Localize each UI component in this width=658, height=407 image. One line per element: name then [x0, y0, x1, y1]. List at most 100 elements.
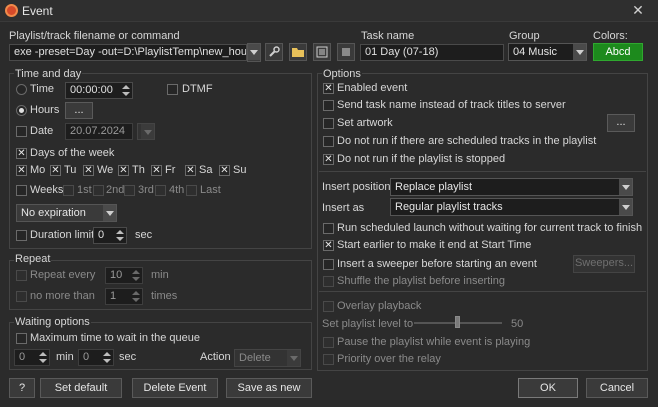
wait-min-unit: min — [56, 351, 74, 363]
sweepers-button[interactable]: Sweepers... — [573, 255, 635, 273]
overlay-label: Overlay playback — [337, 300, 422, 312]
date-picker-button[interactable] — [137, 123, 155, 140]
action-select[interactable]: Delete — [234, 349, 301, 367]
time-radio[interactable] — [16, 84, 27, 95]
duration-input[interactable]: 0 — [93, 227, 127, 244]
day-sa-label: Sa — [199, 164, 213, 176]
delete-event-button[interactable]: Delete Event — [132, 378, 218, 398]
day-th-checkbox[interactable]: ✕ — [118, 165, 129, 176]
no-run-stopped-checkbox[interactable]: ✕ — [323, 154, 334, 165]
repeat-title: Repeat — [14, 253, 52, 265]
set-level-label: Set playlist level to — [322, 318, 414, 330]
run-scheduled-checkbox[interactable] — [323, 223, 334, 234]
week-1st-label: 1st — [77, 184, 92, 196]
options-title: Options — [322, 68, 362, 80]
week-3rd-checkbox[interactable] — [124, 185, 135, 196]
weeks-checkbox[interactable] — [16, 185, 27, 196]
week-last-checkbox[interactable] — [186, 185, 197, 196]
level-slider-thumb[interactable] — [455, 316, 460, 328]
artwork-button[interactable]: ... — [607, 114, 635, 132]
day-su-checkbox[interactable]: ✕ — [219, 165, 230, 176]
colors-label: Colors: — [593, 30, 628, 42]
repeat-every-checkbox[interactable] — [16, 270, 27, 281]
set-default-button[interactable]: Set default — [40, 378, 122, 398]
week-4th-label: 4th — [169, 184, 185, 196]
date-input[interactable]: 20.07.2024 — [65, 123, 133, 140]
save-as-new-button[interactable]: Save as new — [226, 378, 312, 398]
enabled-checkbox[interactable]: ✕ — [323, 83, 334, 94]
repeat-every-input[interactable]: 10 — [105, 267, 143, 284]
dtmf-checkbox[interactable] — [167, 84, 178, 95]
group-label: Group — [509, 30, 540, 42]
day-mo-label: Mo — [30, 164, 46, 176]
start-earlier-checkbox[interactable]: ✕ — [323, 240, 334, 251]
cancel-button[interactable]: Cancel — [586, 378, 648, 398]
action-label: Action — [200, 351, 231, 363]
time-input[interactable]: 00:00:00 — [65, 82, 133, 99]
no-more-input[interactable]: 1 — [105, 288, 143, 305]
no-more-checkbox[interactable] — [16, 291, 27, 302]
date-checkbox[interactable] — [16, 126, 27, 137]
insert-sweeper-checkbox[interactable] — [323, 259, 334, 270]
playlist-input[interactable]: exe -preset=Day -out=D:\PlaylistTemp\new… — [9, 44, 247, 61]
start-earlier-label: Start earlier to make it end at Start Ti… — [337, 239, 532, 251]
help-button[interactable]: ? — [9, 378, 35, 398]
folder-icon[interactable] — [289, 43, 307, 61]
ok-button[interactable]: OK — [518, 378, 578, 398]
day-fr-checkbox[interactable]: ✕ — [151, 165, 162, 176]
max-time-checkbox[interactable] — [16, 333, 27, 344]
day-tu-checkbox[interactable]: ✕ — [50, 165, 61, 176]
wait-min-input[interactable]: 0 — [14, 349, 50, 366]
pause-playlist-checkbox[interactable] — [323, 337, 334, 348]
taskname-label: Task name — [361, 30, 415, 42]
repeat-every-label: Repeat every — [30, 269, 96, 281]
title-bar — [0, 0, 658, 22]
day-th-label: Th — [132, 164, 145, 176]
duration-checkbox[interactable] — [16, 230, 27, 241]
repeat-every-unit: min — [151, 269, 169, 281]
hours-label: Hours — [30, 104, 60, 116]
wrench-icon[interactable] — [265, 43, 283, 61]
list-icon[interactable] — [313, 43, 331, 61]
weeks-label: Weeks — [30, 184, 64, 196]
week-2nd-checkbox[interactable] — [93, 185, 104, 196]
wait-sec-input[interactable]: 0 — [78, 349, 114, 366]
time-label: Time — [30, 83, 55, 95]
shuffle-checkbox[interactable] — [323, 276, 334, 287]
week-1st-checkbox[interactable] — [63, 185, 74, 196]
priority-checkbox[interactable] — [323, 354, 334, 365]
close-icon[interactable]: ✕ — [622, 0, 654, 20]
day-mo-checkbox[interactable]: ✕ — [16, 165, 27, 176]
send-task-name-checkbox[interactable] — [323, 100, 334, 111]
overlay-checkbox[interactable] — [323, 301, 334, 312]
options-divider-2 — [319, 291, 646, 292]
window-title: Event — [22, 4, 53, 18]
no-run-scheduled-label: Do not run if there are scheduled tracks… — [337, 135, 597, 147]
day-we-checkbox[interactable]: ✕ — [83, 165, 94, 176]
expiration-select[interactable]: No expiration — [16, 204, 117, 222]
hours-button[interactable]: ... — [65, 102, 93, 119]
duration-label: Duration limit — [30, 229, 95, 241]
day-tu-label: Tu — [64, 164, 77, 176]
hours-radio[interactable] — [16, 105, 27, 116]
no-run-stopped-label: Do not run if the playlist is stopped — [337, 153, 506, 165]
group-select[interactable]: 04 Music — [508, 43, 587, 61]
day-sa-checkbox[interactable]: ✕ — [185, 165, 196, 176]
days-checkbox[interactable]: ✕ — [16, 148, 27, 159]
playlist-label: Playlist/track filename or command — [9, 30, 180, 42]
playlist-dropdown[interactable] — [247, 43, 261, 62]
insert-sweeper-label: Insert a sweeper before starting an even… — [337, 258, 537, 270]
shuffle-label: Shuffle the playlist before inserting — [337, 275, 505, 287]
date-label: Date — [30, 125, 54, 137]
taskname-input[interactable]: 01 Day (07-18) — [360, 44, 504, 61]
insert-position-select[interactable]: Replace playlist — [390, 178, 633, 196]
options-divider-1 — [319, 171, 646, 172]
color-button[interactable]: Abcd — [593, 43, 643, 61]
duration-unit: sec — [135, 229, 153, 241]
stop-icon[interactable] — [337, 43, 355, 61]
insert-as-select[interactable]: Regular playlist tracks — [390, 198, 633, 216]
no-run-scheduled-checkbox[interactable] — [323, 136, 334, 147]
week-4th-checkbox[interactable] — [155, 185, 166, 196]
app-icon — [5, 4, 18, 17]
set-artwork-checkbox[interactable] — [323, 118, 334, 129]
